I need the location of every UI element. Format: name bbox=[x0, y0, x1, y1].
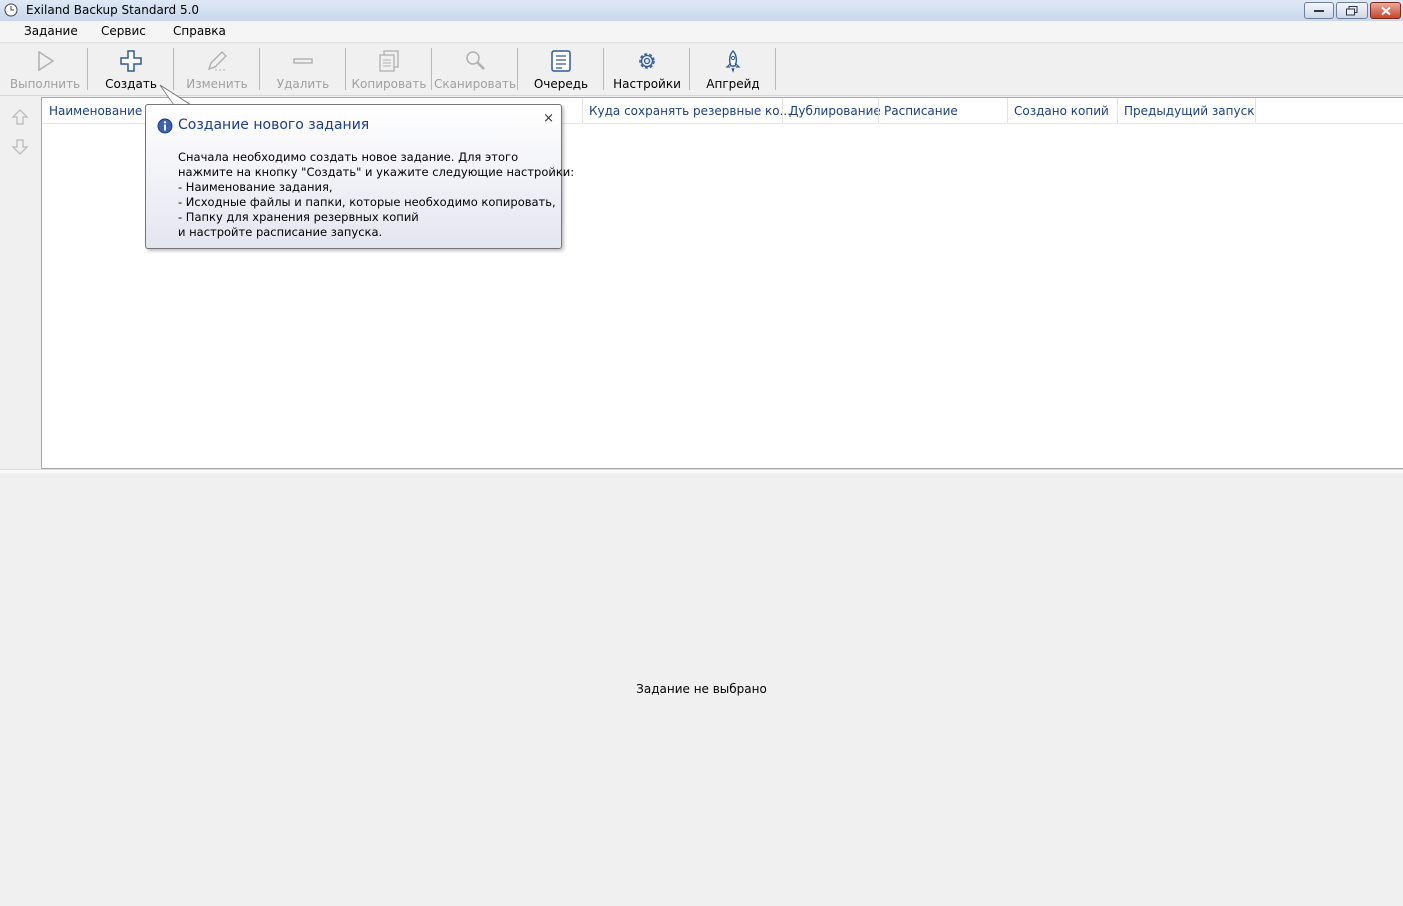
minimize-button[interactable] bbox=[1304, 2, 1334, 19]
tooltip-body: Сначала необходимо создать новое задание… bbox=[178, 150, 574, 240]
tooltip-line: нажмите на кнопку "Создать" и укажите сл… bbox=[178, 165, 575, 179]
list-icon bbox=[551, 50, 571, 72]
play-icon bbox=[38, 50, 55, 72]
tooltip-tail bbox=[159, 84, 192, 106]
title-bar: Exiland Backup Standard 5.0 bbox=[0, 0, 1403, 22]
menu-help[interactable]: Справка bbox=[173, 24, 226, 38]
toolbar: Выполнить Создать Изменить Удалить Копир… bbox=[0, 43, 1403, 96]
pencil-icon bbox=[207, 51, 227, 71]
column-schedule[interactable]: Расписание bbox=[884, 104, 958, 118]
menu-bar: Задание Сервис Справка bbox=[0, 21, 1403, 43]
rocket-icon bbox=[725, 50, 741, 73]
move-up-arrow-icon[interactable] bbox=[11, 108, 29, 126]
column-divider[interactable] bbox=[582, 98, 583, 123]
close-window-button[interactable] bbox=[1370, 2, 1401, 19]
copy-icon bbox=[379, 50, 399, 72]
plus-icon bbox=[120, 50, 142, 72]
column-name[interactable]: Наименование bbox=[49, 104, 142, 118]
tooltip-line: - Папку для хранения резервных копий bbox=[178, 210, 419, 224]
create-task-tooltip: Создание нового задания × Сначала необхо… bbox=[145, 104, 574, 249]
window-title: Exiland Backup Standard 5.0 bbox=[26, 3, 200, 17]
app-clock-icon bbox=[4, 3, 18, 17]
column-divider[interactable] bbox=[878, 98, 879, 123]
column-previous-run[interactable]: Предыдущий запуск bbox=[1124, 104, 1254, 118]
tooltip-close-button[interactable]: × bbox=[543, 111, 554, 126]
column-divider[interactable] bbox=[782, 98, 783, 123]
queue-button[interactable]: Очередь bbox=[518, 47, 604, 92]
settings-button[interactable]: Настройки bbox=[604, 47, 690, 92]
menu-task[interactable]: Задание bbox=[24, 24, 78, 38]
copy-button[interactable]: Копировать bbox=[346, 47, 432, 92]
magnifier-icon bbox=[466, 51, 485, 70]
panel-splitter[interactable] bbox=[0, 469, 1403, 473]
run-label: Выполнить bbox=[9, 77, 81, 91]
tooltip-line: - Исходные файлы и папки, которые необхо… bbox=[178, 195, 556, 209]
delete-label: Удалить bbox=[276, 77, 330, 91]
menu-service[interactable]: Сервис bbox=[101, 24, 146, 38]
settings-label: Настройки bbox=[613, 77, 681, 91]
tooltip-title: Создание нового задания bbox=[178, 117, 370, 133]
run-button[interactable]: Выполнить bbox=[2, 47, 88, 92]
scan-button[interactable]: Сканировать bbox=[432, 47, 518, 92]
tooltip-line: и настройте расписание запуска. bbox=[178, 225, 383, 239]
column-divider[interactable] bbox=[1117, 98, 1118, 123]
column-divider[interactable] bbox=[1255, 98, 1256, 123]
delete-button[interactable]: Удалить bbox=[260, 47, 346, 92]
copy-label: Копировать bbox=[351, 77, 427, 91]
tooltip-line: - Наименование задания, bbox=[178, 180, 333, 194]
no-task-selected-text: Задание не выбрано bbox=[636, 682, 767, 696]
minus-icon bbox=[293, 58, 313, 64]
column-destination[interactable]: Куда сохранять резервные ко... bbox=[589, 104, 791, 118]
scan-label: Сканировать bbox=[433, 77, 517, 91]
column-copies-created[interactable]: Создано копий bbox=[1014, 104, 1109, 118]
column-duplication[interactable]: Дублирование bbox=[789, 104, 881, 118]
toolbar-separator bbox=[775, 48, 776, 90]
tooltip-line: Сначала необходимо создать новое задание… bbox=[178, 150, 519, 164]
queue-label: Очередь bbox=[533, 77, 589, 91]
move-down-arrow-icon[interactable] bbox=[11, 138, 29, 156]
upgrade-button[interactable]: Апгрейд bbox=[690, 47, 776, 92]
column-divider[interactable] bbox=[1007, 98, 1008, 123]
upgrade-label: Апгрейд bbox=[706, 77, 760, 91]
gear-icon bbox=[639, 53, 655, 69]
restore-button[interactable] bbox=[1336, 2, 1368, 19]
info-icon bbox=[157, 118, 173, 137]
